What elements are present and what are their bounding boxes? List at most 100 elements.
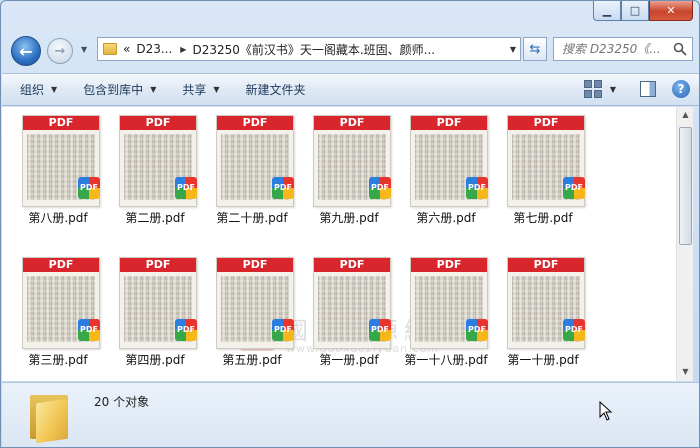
address-bar[interactable]: « D23... ▶ D23250《前汉书》天一阁藏本.班固、颜师... ▼: [97, 37, 521, 61]
pdf-band-label: PDF: [314, 116, 390, 130]
pdf-app-icon: PDF: [466, 319, 488, 341]
pdf-app-icon: PDF: [369, 177, 391, 199]
breadcrumb-item-parent[interactable]: D23...: [136, 42, 172, 56]
pdf-band-label: PDF: [411, 116, 487, 130]
share-menu[interactable]: 共享 ▼: [182, 81, 219, 98]
mouse-cursor-icon: [599, 401, 613, 421]
back-button[interactable]: ←: [11, 36, 41, 66]
organize-menu[interactable]: 组织 ▼: [20, 81, 57, 98]
file-name: 第一十八册.pdf: [404, 353, 488, 367]
preview-pane-icon[interactable]: [640, 81, 656, 97]
pdf-band-label: PDF: [411, 258, 487, 272]
breadcrumb-item-current[interactable]: D23250《前汉书》天一阁藏本.班固、颜师...: [192, 41, 435, 58]
scroll-down-icon[interactable]: ▼: [680, 367, 691, 378]
item-count: 20 个对象: [94, 395, 150, 409]
pdf-badge-label: PDF: [565, 325, 583, 334]
search-input[interactable]: [562, 42, 674, 56]
pdf-badge-label: PDF: [371, 325, 389, 334]
view-options-dropdown[interactable]: ▼: [610, 85, 616, 94]
file-item[interactable]: PDF PDF 第二册.pdf: [107, 109, 203, 235]
search-box[interactable]: [553, 37, 693, 61]
folder-icon: [30, 391, 68, 444]
file-item[interactable]: PDF PDF 第六册.pdf: [398, 109, 494, 235]
pdf-badge-label: PDF: [468, 183, 486, 192]
refresh-icon: ⇆: [529, 41, 541, 57]
navigation-row: ← → ▼ « D23... ▶ D23250《前汉书》天一阁藏本.班固、颜师.…: [1, 33, 699, 69]
breadcrumb-overflow[interactable]: «: [123, 42, 130, 56]
file-item[interactable]: PDF PDF 第一十八册.pdf: [398, 251, 494, 377]
share-label: 共享: [182, 83, 207, 97]
details-pane: 20 个对象: [2, 382, 699, 447]
file-item[interactable]: PDF PDF 第九册.pdf: [301, 109, 397, 235]
minimize-button[interactable]: ▁: [593, 1, 621, 21]
file-name: 第三册.pdf: [28, 353, 88, 367]
change-view-icon[interactable]: [583, 80, 602, 98]
close-button[interactable]: ✕: [649, 1, 693, 21]
file-name: 第六册.pdf: [416, 211, 476, 225]
refresh-button[interactable]: ⇆: [523, 37, 547, 61]
file-item[interactable]: PDF PDF 第四册.pdf: [107, 251, 203, 377]
pdf-badge-label: PDF: [565, 183, 583, 192]
pdf-band-label: PDF: [23, 258, 99, 272]
pdf-badge-label: PDF: [177, 183, 195, 192]
scrollbar-thumb[interactable]: [679, 127, 692, 245]
pdf-app-icon: PDF: [175, 177, 197, 199]
pdf-band-label: PDF: [217, 258, 293, 272]
help-icon[interactable]: ?: [672, 80, 690, 98]
explorer-window: ▁ □ ✕ ← → ▼ « D23... ▶ D23250《前汉书》天一阁藏本.…: [0, 0, 700, 448]
pdf-app-icon: PDF: [272, 177, 294, 199]
pdf-app-icon: PDF: [175, 319, 197, 341]
file-item[interactable]: PDF PDF 第五册.pdf: [204, 251, 300, 377]
arrow-left-icon: ←: [19, 41, 33, 61]
command-bar: 组织 ▼ 包含到库中 ▼ 共享 ▼ 新建文件夹 ▼ ?: [2, 73, 699, 106]
file-item[interactable]: PDF PDF 第一册.pdf: [301, 251, 397, 377]
pdf-app-icon: PDF: [466, 177, 488, 199]
file-name: 第九册.pdf: [319, 211, 379, 225]
new-folder-label: 新建文件夹: [245, 83, 306, 97]
new-folder-button[interactable]: 新建文件夹: [246, 81, 306, 98]
pdf-badge-label: PDF: [468, 325, 486, 334]
search-icon[interactable]: [673, 42, 687, 56]
pdf-badge-label: PDF: [80, 183, 98, 192]
file-name: 第二册.pdf: [125, 211, 185, 225]
file-item[interactable]: PDF PDF 第三册.pdf: [10, 251, 106, 377]
pdf-app-icon: PDF: [563, 319, 585, 341]
chevron-down-icon: ▼: [213, 85, 220, 94]
pdf-app-icon: PDF: [78, 177, 100, 199]
file-item[interactable]: PDF PDF 第七册.pdf: [495, 109, 591, 235]
pdf-band-label: PDF: [120, 258, 196, 272]
file-item[interactable]: PDF PDF 第八册.pdf: [10, 109, 106, 235]
file-item[interactable]: PDF PDF 第一十册.pdf: [495, 251, 591, 377]
vertical-scrollbar[interactable]: ▲ ▼: [676, 107, 693, 381]
include-in-library-label: 包含到库中: [83, 83, 144, 97]
pdf-app-icon: PDF: [563, 177, 585, 199]
chevron-right-icon[interactable]: ▶: [180, 45, 186, 54]
file-name: 第四册.pdf: [125, 353, 185, 367]
recent-pages-dropdown[interactable]: ▼: [81, 45, 87, 54]
organize-label: 组织: [20, 83, 45, 97]
pdf-app-icon: PDF: [272, 319, 294, 341]
pdf-band-label: PDF: [508, 258, 584, 272]
pdf-app-icon: PDF: [369, 319, 391, 341]
scroll-up-icon[interactable]: ▲: [680, 110, 691, 121]
file-name: 第七册.pdf: [513, 211, 573, 225]
chevron-down-icon[interactable]: ▼: [510, 45, 516, 54]
maximize-button[interactable]: □: [621, 1, 649, 21]
file-item[interactable]: PDF PDF 第二十册.pdf: [204, 109, 300, 235]
window-controls: ▁ □ ✕: [593, 1, 693, 21]
file-name: 第二十册.pdf: [216, 211, 288, 225]
pdf-app-icon: PDF: [78, 319, 100, 341]
chevron-down-icon: ▼: [51, 85, 58, 94]
file-name: 第一十册.pdf: [507, 353, 579, 367]
pdf-band-label: PDF: [508, 116, 584, 130]
pdf-badge-label: PDF: [274, 325, 292, 334]
pdf-band-label: PDF: [23, 116, 99, 130]
pdf-band-label: PDF: [120, 116, 196, 130]
forward-button[interactable]: →: [47, 38, 73, 64]
file-list-pane[interactable]: 臨 國學資源網 www.guoxueziyuan.com PDFPDF第八册.p…: [2, 107, 676, 381]
folder-icon: [103, 43, 117, 55]
include-in-library-menu[interactable]: 包含到库中 ▼: [83, 81, 156, 98]
pdf-band-label: PDF: [314, 258, 390, 272]
view-controls: ▼ ?: [583, 80, 690, 98]
arrow-right-icon: →: [54, 43, 66, 59]
